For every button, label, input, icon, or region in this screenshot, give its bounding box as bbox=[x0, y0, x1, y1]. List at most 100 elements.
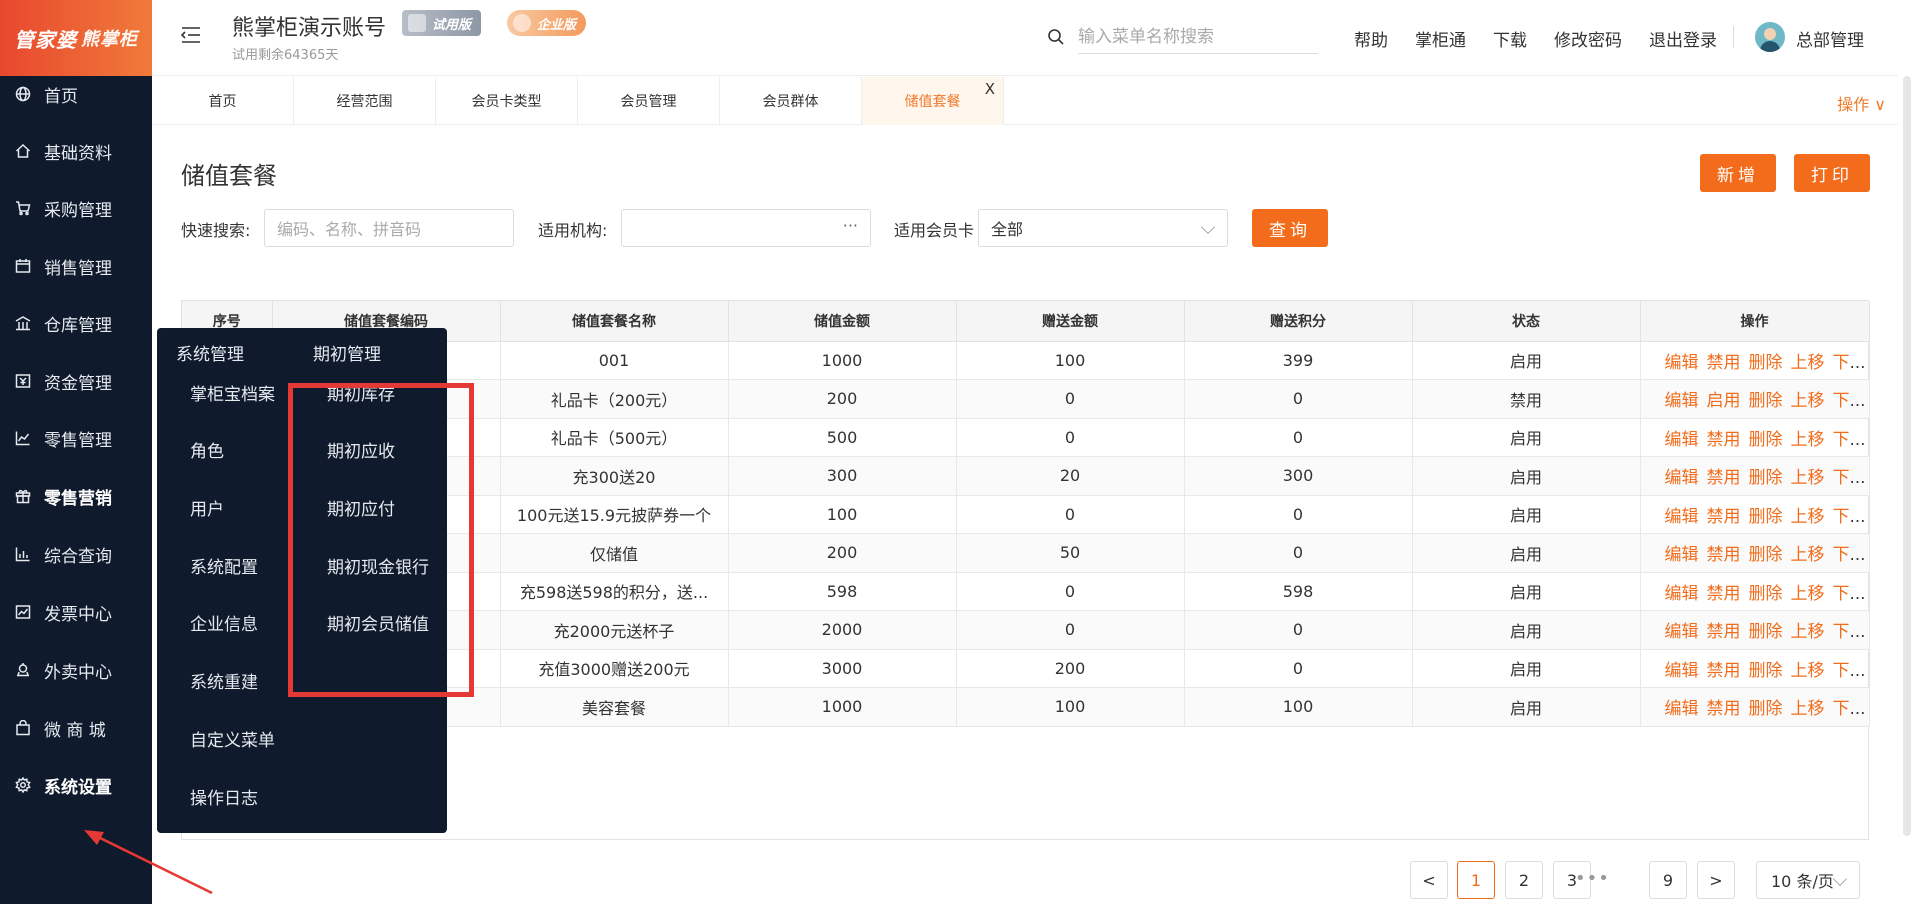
flyout-item-system-0[interactable]: 掌柜宝档案 bbox=[190, 380, 275, 405]
move-down-button[interactable]: 下移 bbox=[1833, 699, 1867, 719]
sidebar-item-11[interactable]: 微 商 城 bbox=[0, 706, 152, 750]
delete-button[interactable]: 删除 bbox=[1749, 622, 1783, 642]
sidebar-item-12[interactable]: 系统设置 bbox=[0, 763, 152, 807]
tab-0[interactable]: 首页 bbox=[152, 77, 294, 125]
more-icon[interactable]: ··· bbox=[843, 216, 858, 235]
page-size-select[interactable]: 10 条/页 bbox=[1756, 861, 1860, 899]
move-up-button[interactable]: 上移 bbox=[1791, 353, 1825, 373]
tab-4[interactable]: 会员群体 bbox=[720, 77, 862, 125]
flyout-item-system-3[interactable]: 系统配置 bbox=[190, 553, 258, 578]
delete-button[interactable]: 删除 bbox=[1749, 545, 1783, 565]
sidebar-item-6[interactable]: 零售管理 bbox=[0, 416, 152, 460]
flyout-item-system-5[interactable]: 系统重建 bbox=[190, 668, 258, 693]
sidebar-item-7[interactable]: 零售营销 bbox=[0, 474, 152, 518]
operations-menu[interactable]: 操作 ∨ bbox=[1837, 91, 1886, 115]
toggle-status-button[interactable]: 禁用 bbox=[1707, 430, 1741, 450]
edit-button[interactable]: 编辑 bbox=[1665, 699, 1699, 719]
move-down-button[interactable]: 下移 bbox=[1833, 430, 1867, 450]
move-up-button[interactable]: 上移 bbox=[1791, 661, 1825, 681]
sidebar-item-5[interactable]: 资金管理 bbox=[0, 359, 152, 403]
delete-button[interactable]: 删除 bbox=[1749, 699, 1783, 719]
edit-button[interactable]: 编辑 bbox=[1665, 584, 1699, 604]
flyout-item-system-6[interactable]: 自定义菜单 bbox=[190, 726, 275, 751]
menu-toggle-icon[interactable] bbox=[180, 24, 202, 46]
quick-search-input[interactable]: 编码、名称、拼音码 bbox=[264, 209, 514, 247]
move-up-button[interactable]: 上移 bbox=[1791, 507, 1825, 527]
sidebar-item-3[interactable]: 销售管理 bbox=[0, 244, 152, 288]
delete-button[interactable]: 删除 bbox=[1749, 468, 1783, 488]
sidebar-item-0[interactable]: 首页 bbox=[0, 72, 152, 116]
move-down-button[interactable]: 下移 bbox=[1833, 391, 1867, 411]
header-link-2[interactable]: 下载 bbox=[1493, 26, 1527, 51]
delete-button[interactable]: 删除 bbox=[1749, 661, 1783, 681]
sidebar-item-4[interactable]: 仓库管理 bbox=[0, 301, 152, 345]
org-select[interactable]: ··· bbox=[621, 209, 871, 247]
header-link-0[interactable]: 帮助 bbox=[1354, 26, 1388, 51]
toggle-status-button[interactable]: 禁用 bbox=[1707, 353, 1741, 373]
page-2-button[interactable]: 2 bbox=[1505, 861, 1543, 899]
flyout-item-system-7[interactable]: 操作日志 bbox=[190, 784, 258, 809]
toggle-status-button[interactable]: 禁用 bbox=[1707, 622, 1741, 642]
next-page-button[interactable]: > bbox=[1697, 861, 1735, 899]
sidebar-item-10[interactable]: 外卖中心 bbox=[0, 648, 152, 692]
edit-button[interactable]: 编辑 bbox=[1665, 622, 1699, 642]
toggle-status-button[interactable]: 禁用 bbox=[1707, 584, 1741, 604]
flyout-item-system-1[interactable]: 角色 bbox=[190, 437, 224, 462]
flyout-item-system-2[interactable]: 用户 bbox=[190, 495, 224, 520]
delete-button[interactable]: 删除 bbox=[1749, 430, 1783, 450]
move-down-button[interactable]: 下移 bbox=[1833, 353, 1867, 373]
move-down-button[interactable]: 下移 bbox=[1833, 468, 1867, 488]
close-icon[interactable]: X bbox=[985, 80, 995, 98]
pagination-ellipsis[interactable]: ••• bbox=[1575, 868, 1610, 889]
print-button[interactable]: 打印 bbox=[1794, 154, 1870, 192]
toggle-status-button[interactable]: 启用 bbox=[1707, 391, 1741, 411]
move-up-button[interactable]: 上移 bbox=[1791, 584, 1825, 604]
sidebar-item-8[interactable]: 综合查询 bbox=[0, 532, 152, 576]
move-up-button[interactable]: 上移 bbox=[1791, 468, 1825, 488]
tab-1[interactable]: 经营范围 bbox=[294, 77, 436, 125]
tab-2[interactable]: 会员卡类型 bbox=[436, 77, 578, 125]
sidebar-item-1[interactable]: 基础资料 bbox=[0, 129, 152, 173]
sidebar-item-2[interactable]: 采购管理 bbox=[0, 186, 152, 230]
move-down-button[interactable]: 下移 bbox=[1833, 545, 1867, 565]
sidebar-item-9[interactable]: 发票中心 bbox=[0, 590, 152, 634]
delete-button[interactable]: 删除 bbox=[1749, 584, 1783, 604]
move-up-button[interactable]: 上移 bbox=[1791, 622, 1825, 642]
add-button[interactable]: 新增 bbox=[1700, 154, 1776, 192]
edit-button[interactable]: 编辑 bbox=[1665, 507, 1699, 527]
user-name[interactable]: 总部管理 bbox=[1796, 26, 1864, 51]
toggle-status-button[interactable]: 禁用 bbox=[1707, 468, 1741, 488]
delete-button[interactable]: 删除 bbox=[1749, 507, 1783, 527]
prev-page-button[interactable]: < bbox=[1410, 861, 1448, 899]
edit-button[interactable]: 编辑 bbox=[1665, 353, 1699, 373]
scrollbar[interactable] bbox=[1898, 0, 1916, 904]
query-button[interactable]: 查询 bbox=[1252, 209, 1328, 247]
edit-button[interactable]: 编辑 bbox=[1665, 391, 1699, 411]
move-up-button[interactable]: 上移 bbox=[1791, 391, 1825, 411]
page-1-button[interactable]: 1 bbox=[1457, 861, 1495, 899]
move-down-button[interactable]: 下移 bbox=[1833, 622, 1867, 642]
flyout-item-system-4[interactable]: 企业信息 bbox=[190, 610, 258, 635]
header-link-3[interactable]: 修改密码 bbox=[1554, 26, 1622, 51]
edit-button[interactable]: 编辑 bbox=[1665, 430, 1699, 450]
header-link-4[interactable]: 退出登录 bbox=[1649, 26, 1717, 51]
edit-button[interactable]: 编辑 bbox=[1665, 468, 1699, 488]
toggle-status-button[interactable]: 禁用 bbox=[1707, 661, 1741, 681]
toggle-status-button[interactable]: 禁用 bbox=[1707, 545, 1741, 565]
move-up-button[interactable]: 上移 bbox=[1791, 699, 1825, 719]
delete-button[interactable]: 删除 bbox=[1749, 391, 1783, 411]
toggle-status-button[interactable]: 禁用 bbox=[1707, 699, 1741, 719]
tab-3[interactable]: 会员管理 bbox=[578, 77, 720, 125]
move-down-button[interactable]: 下移 bbox=[1833, 661, 1867, 681]
delete-button[interactable]: 删除 bbox=[1749, 353, 1783, 373]
move-up-button[interactable]: 上移 bbox=[1791, 545, 1825, 565]
header-link-1[interactable]: 掌柜通 bbox=[1415, 26, 1466, 51]
page-9-button[interactable]: 9 bbox=[1649, 861, 1687, 899]
edit-button[interactable]: 编辑 bbox=[1665, 545, 1699, 565]
move-down-button[interactable]: 下移 bbox=[1833, 584, 1867, 604]
move-up-button[interactable]: 上移 bbox=[1791, 430, 1825, 450]
move-down-button[interactable]: 下移 bbox=[1833, 507, 1867, 527]
edit-button[interactable]: 编辑 bbox=[1665, 661, 1699, 681]
menu-search-input[interactable] bbox=[1078, 20, 1318, 54]
toggle-status-button[interactable]: 禁用 bbox=[1707, 507, 1741, 527]
